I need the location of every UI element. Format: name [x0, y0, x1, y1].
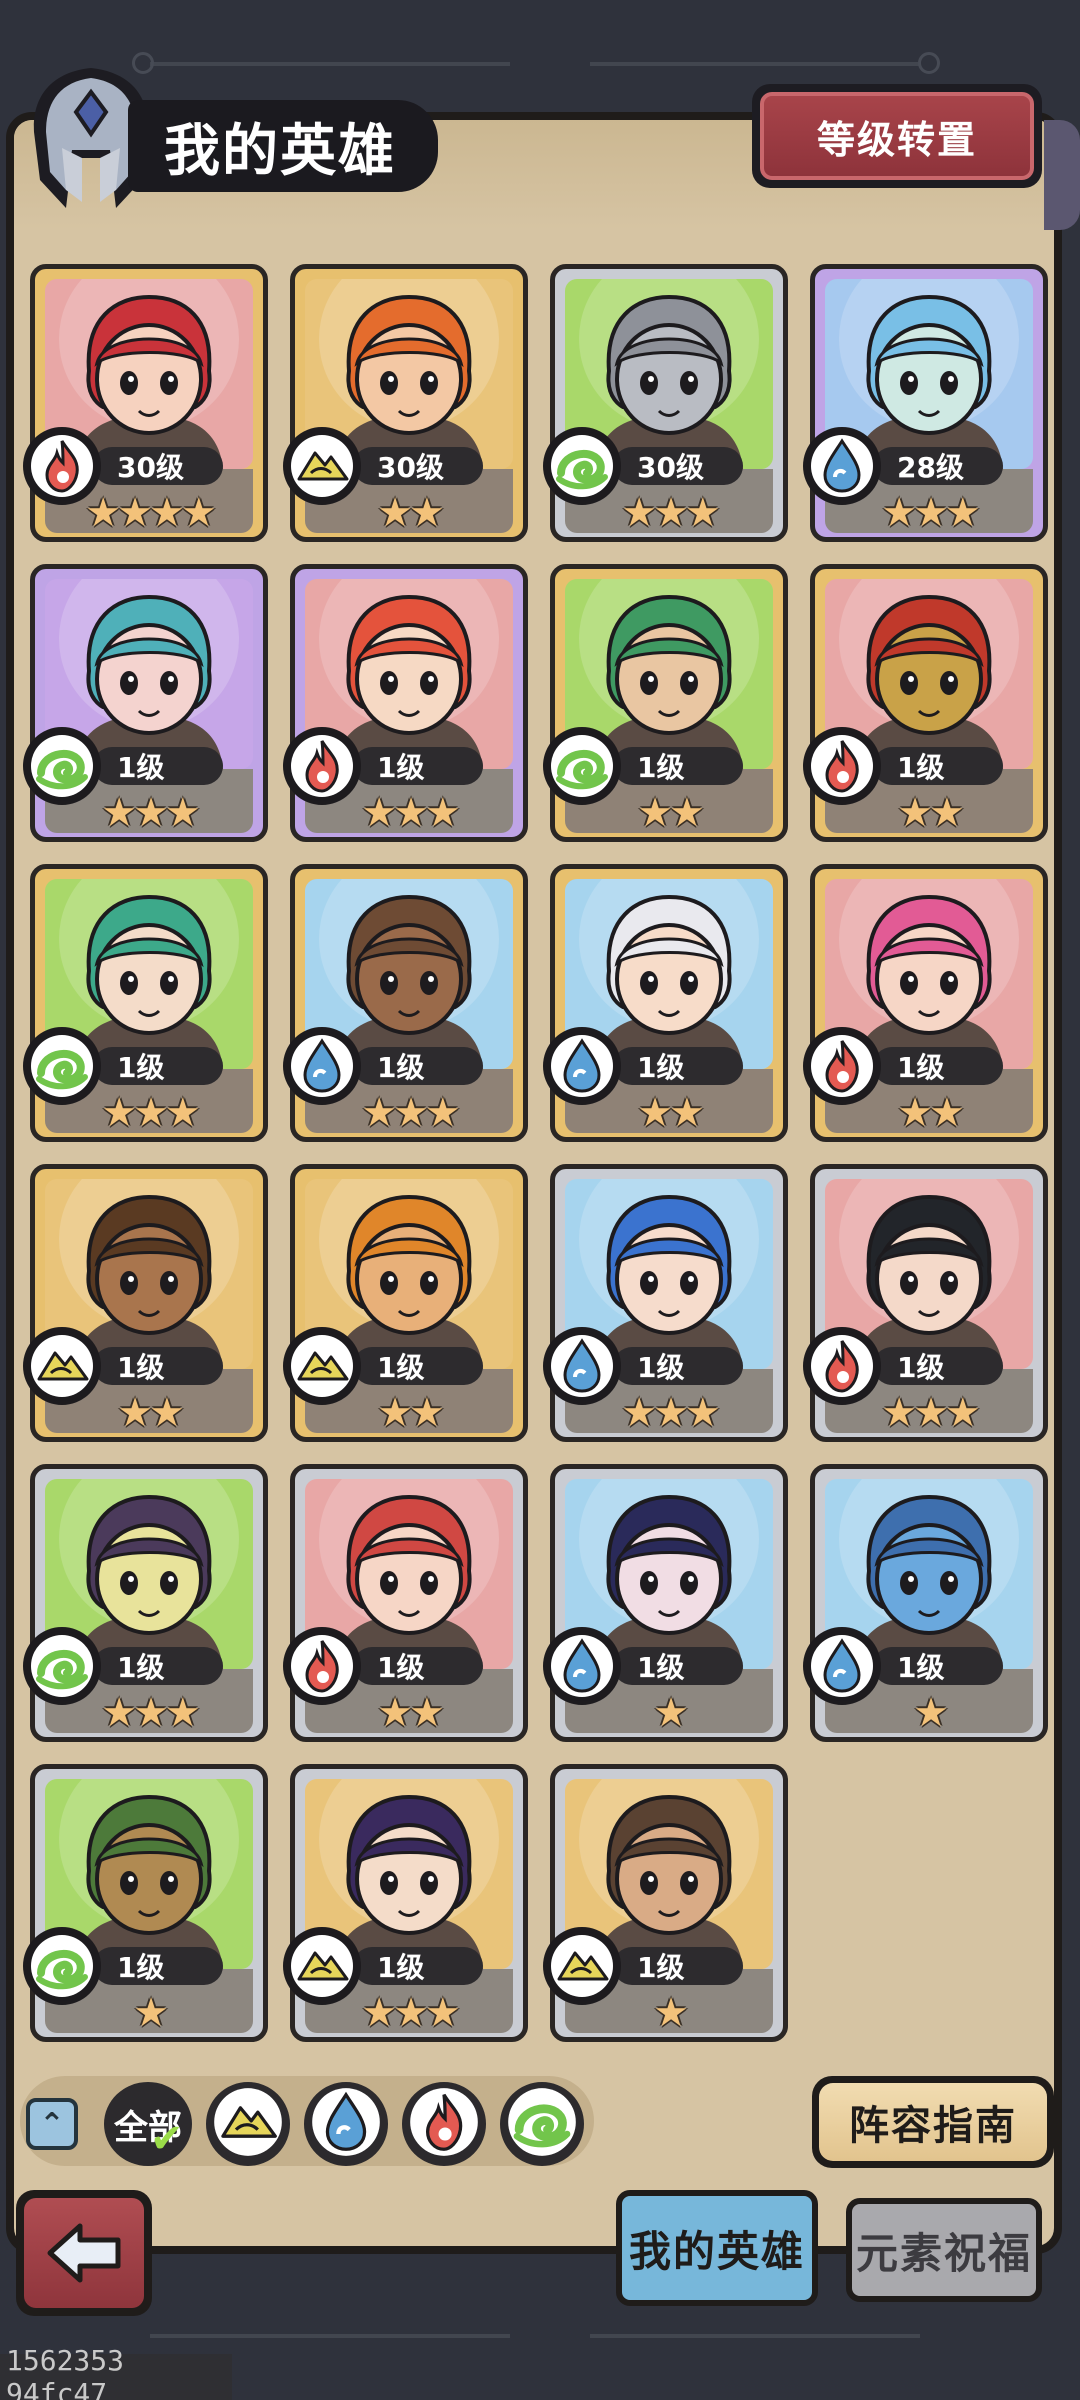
hero-stars: ★★	[377, 490, 445, 536]
hero-level: 1级	[873, 1047, 1003, 1085]
hero-card[interactable]: 28级 ★★★	[803, 264, 1048, 542]
hero-stars: ★★★	[101, 1090, 201, 1136]
hero-stars: ★★	[377, 1690, 445, 1736]
hero-card[interactable]: 1级 ★★★	[283, 1764, 528, 2042]
hero-level: 1级	[873, 747, 1003, 785]
hero-level: 1级	[93, 1947, 223, 1985]
hero-level: 1级	[353, 1347, 483, 1385]
wind-element-icon	[506, 2086, 578, 2162]
hero-stars: ★★	[637, 790, 705, 836]
hero-level: 1级	[613, 1647, 743, 1685]
filter-earth-button[interactable]	[206, 2082, 290, 2166]
hero-stars: ★★	[897, 1090, 965, 1136]
hero-card[interactable]: 1级 ★★★	[23, 1464, 268, 1742]
hero-card[interactable]: 1级 ★★	[283, 1164, 528, 1442]
page-title: 我的英雄	[128, 100, 438, 192]
hero-stars: ★★★★	[85, 490, 216, 536]
hero-card[interactable]: 1级 ★★★	[283, 564, 528, 842]
hero-card[interactable]: 1级 ★★	[543, 564, 788, 842]
tab-element-blessing[interactable]: 元素祝福	[846, 2198, 1042, 2302]
hero-level: 1级	[613, 1047, 743, 1085]
hero-card[interactable]: 1级 ★	[23, 1764, 268, 2042]
water-element-icon	[310, 2086, 382, 2162]
hero-stars: ★★★	[361, 1990, 461, 2036]
hero-card[interactable]: 1级 ★★★	[23, 864, 268, 1142]
level-transfer-button[interactable]: 等级转置	[752, 84, 1042, 188]
hero-card[interactable]: 1级 ★★★	[803, 1164, 1048, 1442]
hero-level: 1级	[93, 747, 223, 785]
hero-stars: ★★★	[881, 1390, 981, 1436]
hero-level: 1级	[613, 747, 743, 785]
hero-level: 1级	[613, 1947, 743, 1985]
hero-card[interactable]: 1级 ★★★	[23, 564, 268, 842]
hero-level: 1级	[93, 1647, 223, 1685]
hero-stars: ★	[653, 1990, 689, 2036]
hero-stars: ★	[653, 1690, 689, 1736]
hero-level: 1级	[353, 1047, 483, 1085]
hero-level: 30级	[353, 447, 483, 485]
hero-level: 1级	[93, 1347, 223, 1385]
filter-fire-button[interactable]	[402, 2082, 486, 2166]
hero-stars: ★★	[117, 1390, 185, 1436]
hero-card[interactable]: 1级 ★★	[283, 1464, 528, 1742]
watermark-text: 1562353 94fc47	[0, 2344, 232, 2400]
hero-stars: ★★★	[621, 490, 721, 536]
hero-stars: ★★★	[101, 790, 201, 836]
back-arrow-icon	[47, 2223, 121, 2283]
hero-card[interactable]: 30级 ★★	[283, 264, 528, 542]
hero-level: 1级	[353, 747, 483, 785]
hero-stars: ★★	[897, 790, 965, 836]
hero-stars: ★★★	[881, 490, 981, 536]
tab-my-heroes[interactable]: 我的英雄	[616, 2190, 818, 2306]
filter-water-button[interactable]	[304, 2082, 388, 2166]
hero-stars: ★★	[637, 1090, 705, 1136]
hero-stars: ★★★	[621, 1390, 721, 1436]
hero-card[interactable]: 1级 ★★	[803, 864, 1048, 1142]
hero-stars: ★★★	[361, 790, 461, 836]
hero-card[interactable]: 1级 ★	[543, 1464, 788, 1742]
hero-level: 1级	[93, 1047, 223, 1085]
hero-card[interactable]: 1级 ★★	[543, 864, 788, 1142]
hero-level: 30级	[613, 447, 743, 485]
hero-card[interactable]: 1级 ★	[803, 1464, 1048, 1742]
level-transfer-label: 等级转置	[760, 92, 1034, 180]
hero-card[interactable]: 1级 ★★★	[543, 1164, 788, 1442]
hero-level: 1级	[613, 1347, 743, 1385]
hero-stars: ★	[913, 1690, 949, 1736]
lineup-guide-label: 阵容指南	[819, 2083, 1047, 2161]
hero-stars: ★	[133, 1990, 169, 2036]
hero-level: 1级	[873, 1347, 1003, 1385]
hero-card[interactable]: 1级 ★★	[803, 564, 1048, 842]
hero-card[interactable]: 30级 ★★★	[543, 264, 788, 542]
top-decor-band	[0, 0, 1080, 80]
hero-card[interactable]: 30级 ★★★★	[23, 264, 268, 542]
filter-wind-button[interactable]	[500, 2082, 584, 2166]
hero-level: 30级	[93, 447, 223, 485]
chevron-up-icon: ⌃	[39, 2106, 65, 2142]
hero-stars: ★★	[377, 1390, 445, 1436]
hero-level: 1级	[353, 1647, 483, 1685]
fire-element-icon	[408, 2086, 480, 2162]
lineup-guide-button[interactable]: 阵容指南	[812, 2076, 1054, 2168]
collapse-filter-button[interactable]: ⌃	[26, 2098, 78, 2150]
hero-level: 1级	[353, 1947, 483, 1985]
back-button[interactable]	[16, 2190, 152, 2316]
hero-stars: ★★★	[361, 1090, 461, 1136]
hero-level: 1级	[873, 1647, 1003, 1685]
hero-level: 28级	[873, 447, 1003, 485]
side-ribbon	[1044, 120, 1080, 230]
hero-stars: ★★★	[101, 1690, 201, 1736]
check-icon: ✔	[150, 2116, 184, 2162]
hero-card[interactable]: 1级 ★	[543, 1764, 788, 2042]
earth-element-icon	[212, 2086, 284, 2162]
hero-card[interactable]: 1级 ★★	[23, 1164, 268, 1442]
hero-card[interactable]: 1级 ★★★	[283, 864, 528, 1142]
